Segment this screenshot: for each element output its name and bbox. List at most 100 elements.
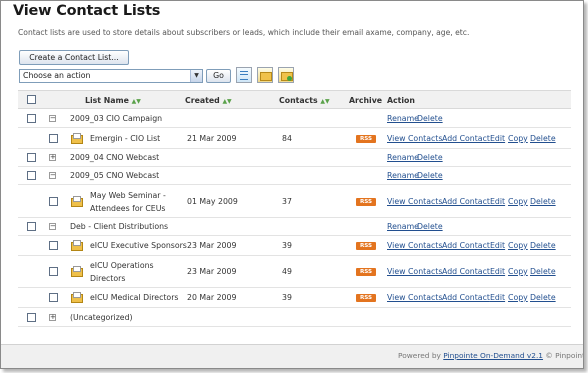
add-contact-link[interactable]: Add Contact	[442, 241, 490, 250]
sort-arrows-icon[interactable]: ▲▼	[320, 98, 329, 105]
page-title: View Contact Lists	[13, 3, 161, 19]
delete-link[interactable]: Delete	[530, 134, 556, 143]
contacts-count: 37	[282, 197, 292, 206]
go-button[interactable]: Go	[206, 69, 231, 83]
table-header: List Name ▲▼ Created ▲▼ Contacts ▲▼ Arch…	[18, 90, 571, 109]
chevron-down-icon[interactable]: ▼	[190, 70, 202, 82]
folder-row: +2009_04 CNO Webcast Rename Delete	[18, 149, 571, 167]
copy-link[interactable]: Copy	[508, 267, 528, 276]
edit-link[interactable]: Edit	[490, 293, 505, 302]
folder-name: (Uncategorized)	[70, 313, 133, 322]
add-contact-link[interactable]: Add Contact	[442, 267, 490, 276]
collapse-icon[interactable]: −	[49, 115, 56, 122]
rename-folder-link[interactable]: Rename	[387, 114, 419, 123]
app-window: View Contact Lists Contact lists are use…	[0, 0, 584, 369]
created-date: 23 Mar 2009	[187, 267, 237, 276]
select-all-checkbox[interactable]	[27, 95, 36, 104]
footer: Powered by Pinpointe On-Demand v2.1 © Pi…	[1, 344, 583, 368]
delete-folder-link[interactable]: Delete	[417, 171, 443, 180]
created-header[interactable]: Created ▲▼	[185, 96, 232, 105]
delete-link[interactable]: Delete	[530, 267, 556, 276]
list-name-header[interactable]: List Name ▲▼	[85, 96, 141, 105]
action-dropdown-value: Choose an action	[23, 71, 91, 80]
folder-row: − 2009_05 CNO Webcast Rename Delete	[18, 167, 571, 185]
contact-lists-table: List Name ▲▼ Created ▲▼ Contacts ▲▼ Arch…	[18, 90, 571, 327]
action-header: Action	[387, 96, 415, 105]
copy-link[interactable]: Copy	[508, 293, 528, 302]
contact-list-icon	[70, 240, 83, 251]
copy-link[interactable]: Copy	[508, 134, 528, 143]
view-contacts-link[interactable]: View Contacts	[387, 134, 442, 143]
list-name-header-label: List Name	[85, 96, 129, 105]
rename-folder-link[interactable]: Rename	[387, 153, 419, 162]
contacts-header[interactable]: Contacts ▲▼	[279, 96, 330, 105]
delete-folder-link[interactable]: Delete	[417, 222, 443, 231]
view-contacts-link[interactable]: View Contacts	[387, 197, 442, 206]
table-body: −2009_03 CIO Campaign Rename Delete Emergin…	[18, 109, 571, 327]
delete-link[interactable]: Delete	[530, 197, 556, 206]
row-checkbox[interactable]	[27, 153, 36, 162]
edit-link[interactable]: Edit	[490, 267, 505, 276]
row-checkbox[interactable]	[49, 241, 58, 250]
contacts-header-label: Contacts	[279, 96, 318, 105]
expand-icon[interactable]: +	[49, 154, 56, 161]
copy-link[interactable]: Copy	[508, 241, 528, 250]
footer-link[interactable]: Pinpointe On-Demand v2.1	[443, 351, 543, 360]
collapse-icon[interactable]: −	[49, 223, 56, 230]
delete-folder-link[interactable]: Delete	[417, 114, 443, 123]
row-checkbox[interactable]	[49, 267, 58, 276]
edit-link[interactable]: Edit	[490, 197, 505, 206]
page-description: Contact lists are used to store details …	[18, 28, 470, 37]
list-name-line2: Directors	[90, 274, 126, 283]
created-date: 20 Mar 2009	[187, 293, 237, 302]
rss-icon[interactable]: RSS	[356, 242, 376, 250]
rename-folder-link[interactable]: Rename	[387, 171, 419, 180]
contacts-count: 49	[282, 267, 292, 276]
add-folder-icon[interactable]	[278, 67, 294, 83]
row-checkbox[interactable]	[27, 222, 36, 231]
row-checkbox[interactable]	[49, 293, 58, 302]
row-checkbox[interactable]	[27, 114, 36, 123]
row-checkbox[interactable]	[27, 313, 36, 322]
archive-header: Archive	[349, 96, 383, 105]
view-contacts-link[interactable]: View Contacts	[387, 241, 442, 250]
expand-icon[interactable]: +	[49, 314, 56, 321]
folder-name: 2009_04 CNO Webcast	[70, 153, 160, 162]
create-contact-list-button[interactable]: Create a Contact List...	[19, 50, 129, 65]
copy-link[interactable]: Copy	[508, 197, 528, 206]
delete-link[interactable]: Delete	[530, 241, 556, 250]
rss-icon[interactable]: RSS	[356, 294, 376, 302]
contact-list-icon	[70, 266, 83, 277]
add-contact-link[interactable]: Add Contact	[442, 134, 490, 143]
row-checkbox[interactable]	[49, 134, 58, 143]
folder-icon[interactable]	[257, 67, 273, 83]
table-row: eICU Executive Sponsors 23 Mar 2009 39 RSS V…	[18, 236, 571, 256]
view-contacts-link[interactable]: View Contacts	[387, 267, 442, 276]
list-view-icon[interactable]	[236, 67, 252, 83]
rename-folder-link[interactable]: Rename	[387, 222, 419, 231]
delete-folder-link[interactable]: Delete	[417, 153, 443, 162]
view-contacts-link[interactable]: View Contacts	[387, 293, 442, 302]
row-checkbox[interactable]	[49, 197, 58, 206]
add-contact-link[interactable]: Add Contact	[442, 197, 490, 206]
collapse-icon[interactable]: −	[49, 172, 56, 179]
edit-link[interactable]: Edit	[490, 134, 505, 143]
list-name-line2: Attendees for CEUs	[90, 204, 166, 213]
edit-link[interactable]: Edit	[490, 241, 505, 250]
delete-link[interactable]: Delete	[530, 293, 556, 302]
row-checkbox[interactable]	[27, 171, 36, 180]
sort-arrows-icon[interactable]: ▲▼	[222, 98, 231, 105]
rss-icon[interactable]: RSS	[356, 268, 376, 276]
rss-icon[interactable]: RSS	[356, 198, 376, 206]
add-contact-link[interactable]: Add Contact	[442, 293, 490, 302]
sort-arrows-icon[interactable]: ▲▼	[132, 98, 141, 105]
created-date: 01 May 2009	[187, 197, 238, 206]
folder-row: − 2009_03 CIO Campaign Rename Delete	[18, 109, 571, 128]
contact-list-icon	[70, 292, 83, 303]
action-dropdown[interactable]: Choose an action ▼	[19, 69, 203, 83]
folder-name: 2009_03 CIO Campaign	[70, 114, 163, 123]
table-row: Emergin - CIO List 21 Mar 2009 84 RSS View C…	[18, 128, 571, 149]
rss-icon[interactable]: RSS	[356, 135, 376, 143]
table-row: eICU Medical Directors 20 Mar 2009 39 RSS Vi…	[18, 288, 571, 308]
created-date: 23 Mar 2009	[187, 241, 237, 250]
